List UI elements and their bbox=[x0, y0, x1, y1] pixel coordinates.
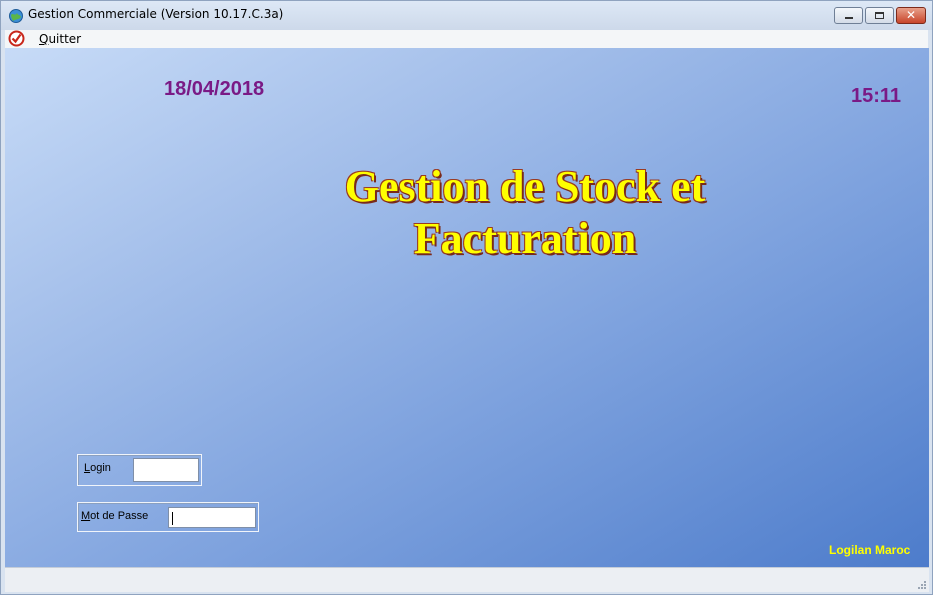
close-icon: ✕ bbox=[905, 8, 917, 22]
maximize-button[interactable] bbox=[865, 7, 894, 24]
minimize-icon bbox=[845, 17, 853, 19]
time-display: 15:11 bbox=[851, 85, 902, 107]
headline-line-2: Facturation bbox=[413, 214, 637, 263]
password-label-mnemonic: M bbox=[81, 510, 91, 522]
window-title: Gestion Commerciale (Version 10.17.C.3a) bbox=[28, 7, 284, 21]
checkmark-circle-icon bbox=[8, 30, 25, 47]
maximize-icon bbox=[875, 12, 884, 19]
login-input[interactable] bbox=[133, 458, 199, 482]
menu-item-quitter[interactable]: Quitter bbox=[39, 32, 81, 46]
text-caret bbox=[172, 512, 173, 525]
password-group: Mot de Passe bbox=[77, 502, 259, 532]
password-label-text: ot de Passe bbox=[90, 510, 149, 522]
window-controls: ✕ bbox=[834, 7, 926, 25]
app-headline: Gestion de Stock et Facturation bbox=[255, 161, 795, 265]
login-label-text: ogin bbox=[90, 462, 111, 474]
minimize-button[interactable] bbox=[834, 7, 863, 24]
main-panel: 18/04/2018 15:11 Gestion de Stock et Fac… bbox=[5, 48, 929, 567]
title-bar[interactable]: Gestion Commerciale (Version 10.17.C.3a)… bbox=[1, 1, 932, 30]
menu-item-quitter-label: uitter bbox=[48, 32, 82, 46]
headline-line-1: Gestion de Stock et bbox=[344, 162, 706, 211]
close-button[interactable]: ✕ bbox=[896, 7, 926, 24]
app-globe-icon bbox=[9, 9, 23, 23]
login-label: Login bbox=[84, 462, 111, 474]
brand-label: Logilan Maroc bbox=[829, 543, 911, 557]
password-input[interactable] bbox=[168, 507, 256, 528]
login-group: Login bbox=[77, 454, 202, 486]
date-display: 18/04/2018 bbox=[164, 78, 265, 100]
resize-grip-icon[interactable] bbox=[917, 580, 927, 590]
app-window: Gestion Commerciale (Version 10.17.C.3a)… bbox=[0, 0, 933, 595]
status-bar bbox=[5, 567, 929, 592]
menu-bar: Quitter bbox=[5, 30, 928, 48]
password-label: Mot de Passe bbox=[81, 510, 148, 522]
